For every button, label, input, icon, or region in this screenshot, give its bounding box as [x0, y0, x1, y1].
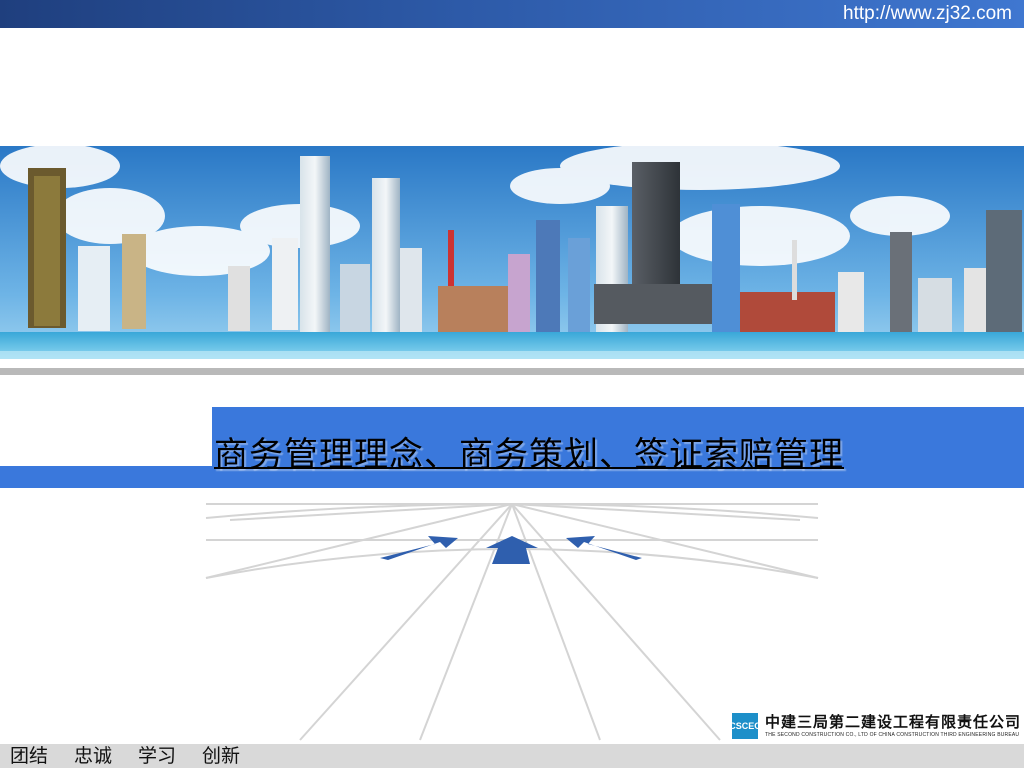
right-arrow-icon [566, 536, 642, 560]
motto-item: 团结 [10, 745, 49, 767]
motto-item: 学习 [138, 745, 177, 767]
perspective-graphic [205, 503, 819, 741]
company-logo: CSCEC [729, 713, 761, 739]
footer-bar: 团结 忠诚 学习 创新 [0, 744, 1024, 768]
company-name-en: THE SECOND CONSTRUCTION CO., LTD OF CHIN… [765, 732, 1020, 738]
motto: 团结 忠诚 学习 创新 [10, 744, 240, 768]
company-block: CSCEC 中建三局第二建设工程有限责任公司 THE SECOND CONSTR… [729, 711, 1024, 743]
arrow-icons [380, 536, 642, 564]
top-bar: http://www.zj32.com [0, 0, 1024, 28]
motto-item: 忠诚 [74, 745, 113, 767]
title-band-extension [0, 466, 212, 488]
website-url: http://www.zj32.com [843, 3, 1012, 24]
divider-rule [0, 368, 1024, 375]
skyline-image [0, 146, 1024, 359]
city-skyline-banner [0, 146, 1024, 359]
company-name-cn: 中建三局第二建设工程有限责任公司 [765, 713, 1022, 731]
center-arrow-icon [486, 536, 538, 564]
slide-title: 商务管理理念、商务策划、签证索赔管理 [214, 435, 844, 475]
motto-item: 创新 [202, 745, 241, 767]
left-arrow-icon [380, 536, 458, 560]
